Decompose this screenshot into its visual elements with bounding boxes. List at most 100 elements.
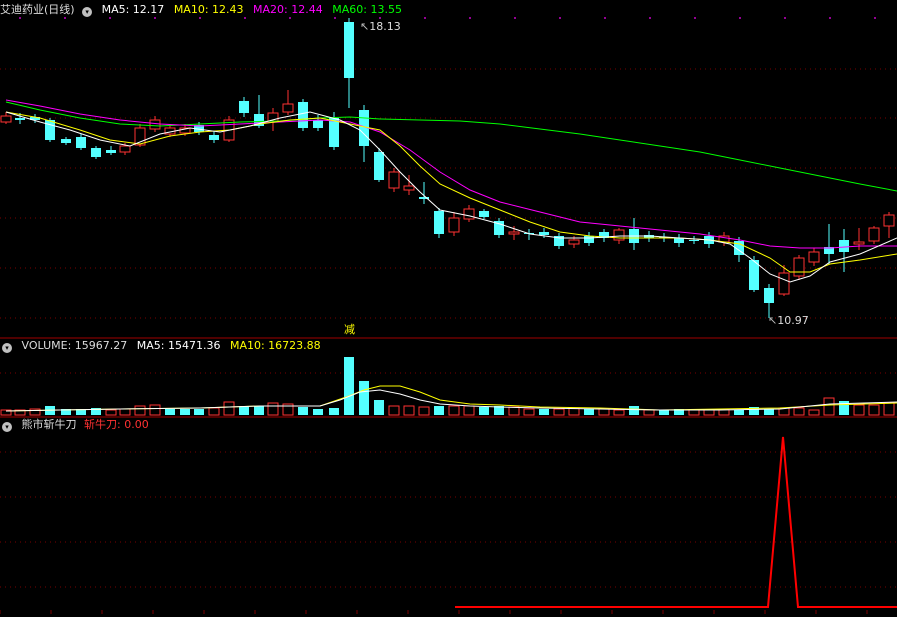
volume-bar-up: [703, 409, 715, 416]
chart-canvas[interactable]: [0, 0, 897, 614]
volume-bar-up: [448, 405, 460, 416]
collapse-icon[interactable]: ▾: [82, 7, 93, 17]
candle-up: [448, 217, 460, 233]
volume-bar-up: [418, 406, 430, 416]
volume-bar-down: [313, 409, 323, 415]
candle-up: [793, 257, 805, 277]
volume-bar-down: [359, 381, 369, 415]
volume-bar-down: [180, 409, 190, 415]
candle-down: [674, 238, 684, 243]
volume-bar-down: [434, 406, 444, 415]
top-dot-marker: [514, 17, 516, 19]
candle-down: [584, 236, 594, 243]
top-dot-marker: [559, 17, 561, 19]
candle-up: [883, 214, 895, 227]
volume-bar-up: [823, 397, 835, 416]
ma60-label: MA60: 13.55: [332, 3, 402, 16]
volume-bar-up: [267, 402, 279, 416]
candle-down: [539, 232, 549, 235]
volume-bar-up: [119, 408, 131, 416]
volume-bar-up: [643, 409, 655, 416]
top-dot-marker: [469, 17, 471, 19]
volume-bar-up: [868, 404, 880, 416]
candle-up: [508, 231, 520, 235]
volume-bar-down: [734, 410, 744, 415]
volume-label: VOLUME: 15967.27: [21, 339, 128, 352]
volume-bar-down: [254, 406, 264, 415]
volume-bar-down: [165, 409, 175, 415]
candle-down: [298, 102, 308, 128]
volume-bar-up: [105, 409, 117, 416]
candle-up: [778, 272, 790, 295]
candle-down: [344, 22, 354, 78]
volume-bar-down: [479, 407, 489, 415]
volume-bar-up: [149, 404, 161, 416]
signal-marker: 减: [344, 323, 355, 336]
candle-down: [839, 240, 849, 252]
volume-bar-up: [403, 405, 415, 416]
collapse-icon[interactable]: ▾: [2, 343, 12, 353]
volume-bar-up: [508, 406, 520, 416]
chart-window[interactable]: 艾迪药业(日线) ▾ MA5: 12.17 MA10: 12.43 MA20: …: [0, 0, 897, 614]
volume-bar-down: [539, 409, 549, 415]
candle-down: [76, 137, 86, 148]
high-price-label: ↖18.13: [360, 20, 401, 33]
candle-up: [808, 251, 820, 263]
volume-bar-down: [344, 357, 354, 415]
volume-bar-up: [208, 407, 220, 416]
candle-down: [239, 101, 249, 113]
volume-bar-down: [239, 406, 249, 415]
top-dot-marker: [784, 17, 786, 19]
candle-down: [329, 118, 339, 147]
volume-bar-down: [659, 410, 669, 415]
candle-up: [853, 241, 865, 245]
candle-down: [61, 139, 71, 143]
candle-up: [403, 185, 415, 191]
volume-bar-up: [553, 408, 565, 416]
candle-up: [149, 119, 161, 130]
top-dot-marker: [604, 17, 606, 19]
volume-ma10-label: MA10: 16723.88: [229, 339, 321, 352]
volume-bar-down: [329, 408, 339, 415]
volume-bar-up: [223, 401, 235, 416]
stock-title: 艾迪药业(日线): [0, 3, 75, 16]
candle-up: [0, 115, 12, 123]
candle-down: [374, 152, 384, 180]
volume-bar-up: [883, 402, 895, 416]
collapse-icon[interactable]: ▾: [2, 422, 12, 432]
top-dot-marker: [829, 17, 831, 19]
top-dot-marker: [874, 17, 876, 19]
volume-ma5-label: MA5: 15471.36: [136, 339, 221, 352]
volume-bar-down: [629, 406, 639, 415]
top-dot-marker: [739, 17, 741, 19]
volume-bar-up: [688, 409, 700, 416]
candle-up: [568, 239, 580, 245]
candle-down: [313, 120, 323, 128]
volume-bar-up: [613, 409, 625, 416]
volume-bar-up: [134, 405, 146, 416]
volume-bar-down: [584, 409, 594, 415]
candle-up: [119, 145, 131, 153]
volume-bar-down: [194, 409, 204, 415]
volume-bar-up: [388, 405, 400, 416]
volume-bar-up: [523, 408, 535, 416]
ma5-label: MA5: 12.17: [101, 3, 165, 16]
volume-bar-up: [853, 404, 865, 416]
indicator-value: 斩牛刀: 0.00: [84, 418, 149, 431]
candle-down: [479, 211, 489, 217]
candle-up: [282, 103, 294, 113]
candle-down: [45, 120, 55, 140]
low-price-label: ↖10.97: [768, 314, 809, 327]
candle-down: [15, 118, 25, 120]
volume-bar-down: [374, 400, 384, 415]
ma20-label: MA20: 12.44: [253, 3, 323, 16]
candle-down: [764, 288, 774, 303]
candle-down: [689, 240, 699, 241]
volume-bar-down: [764, 409, 774, 415]
volume-bar-down: [298, 407, 308, 415]
top-dot-marker: [694, 17, 696, 19]
volume-bar-up: [793, 407, 805, 416]
top-dot-marker: [424, 17, 426, 19]
price-header: 艾迪药业(日线) ▾ MA5: 12.17 MA10: 12.43 MA20: …: [0, 2, 408, 18]
indicator-line: [455, 436, 897, 608]
